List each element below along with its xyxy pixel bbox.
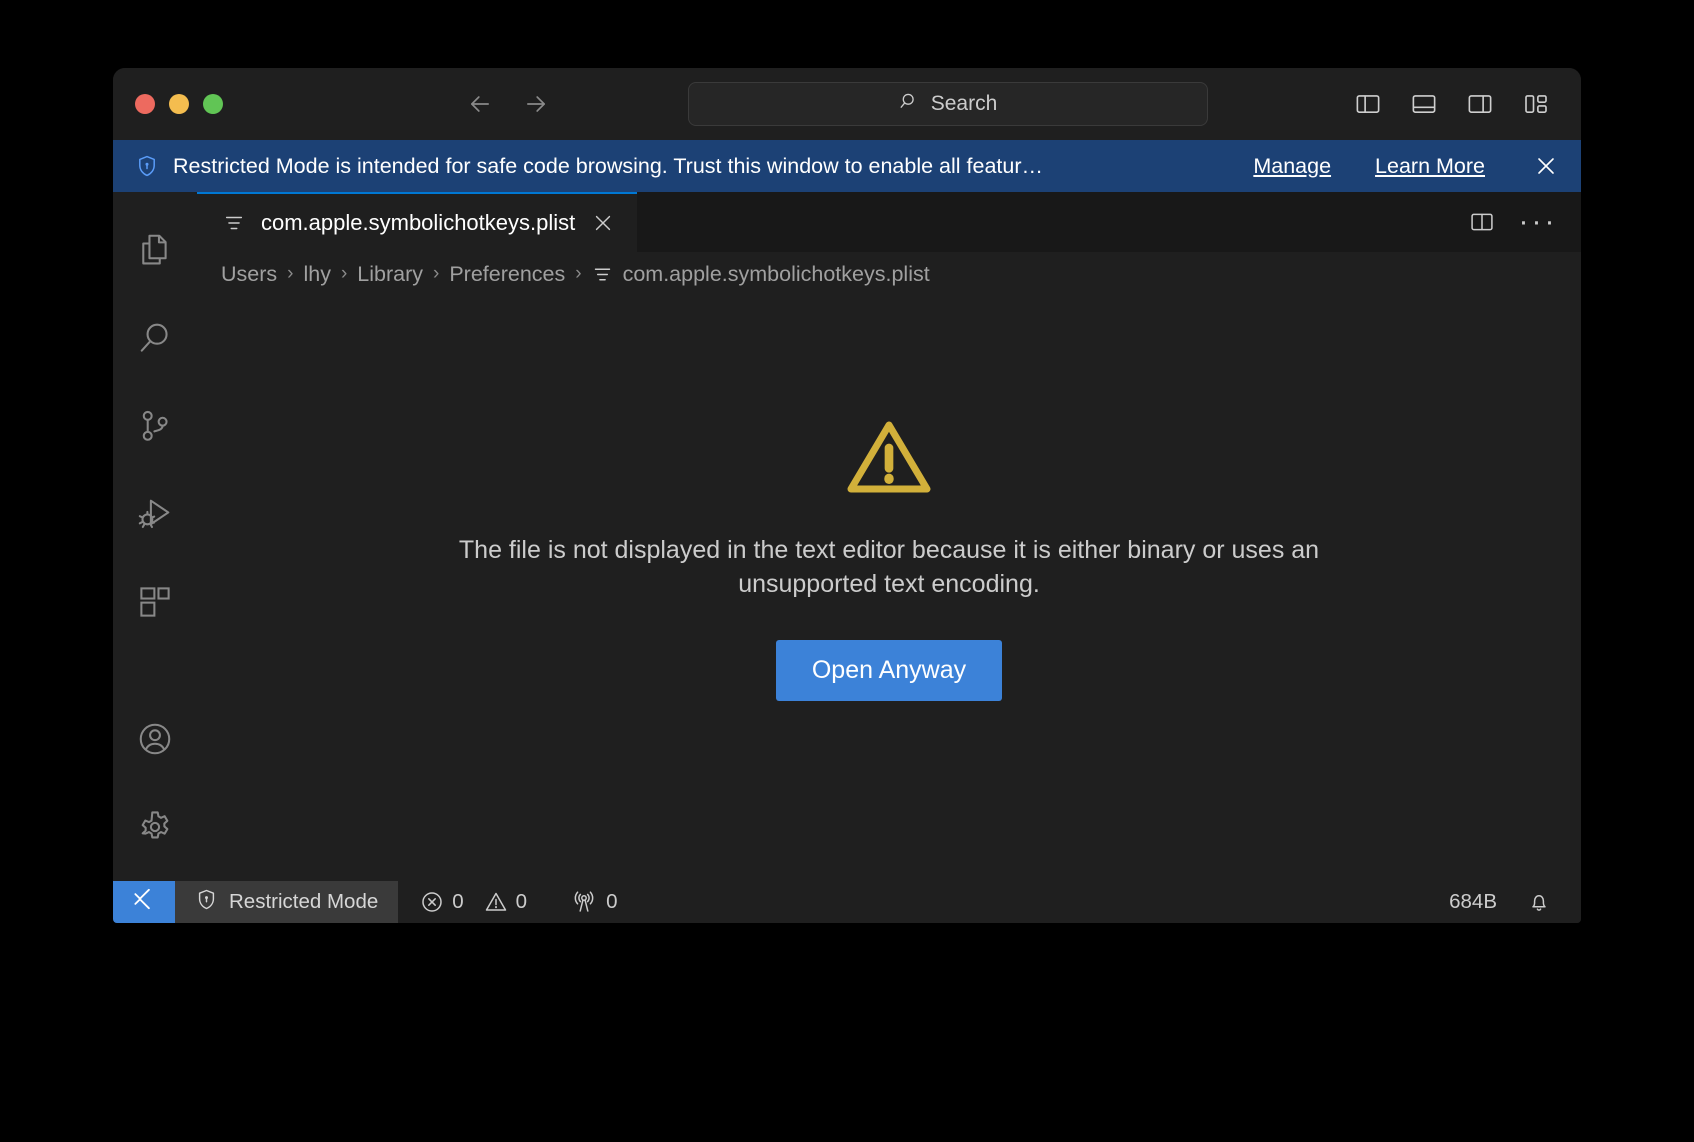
breadcrumb-separator: › bbox=[433, 263, 440, 284]
editor-tab-actions: ··· bbox=[1467, 192, 1581, 252]
sidebar-item-explorer[interactable] bbox=[113, 206, 197, 294]
manage-settings-button[interactable] bbox=[113, 783, 197, 871]
status-restricted-mode[interactable]: Restricted Mode bbox=[175, 881, 399, 923]
debug-icon bbox=[136, 495, 174, 533]
maximize-window-button[interactable] bbox=[203, 94, 223, 114]
extensions-icon bbox=[136, 583, 174, 621]
minimize-window-button[interactable] bbox=[169, 94, 189, 114]
status-bar-spacer bbox=[631, 881, 1429, 923]
navigation-buttons bbox=[465, 89, 551, 119]
shield-icon bbox=[135, 154, 159, 178]
status-errors-count: 0 bbox=[452, 890, 464, 913]
banner-manage-link[interactable]: Manage bbox=[1253, 154, 1331, 179]
breadcrumb-label: lhy bbox=[303, 261, 331, 286]
status-problems[interactable]: 0 0 bbox=[398, 881, 557, 923]
breadcrumb-item[interactable]: lhy bbox=[303, 262, 330, 287]
activity-bar bbox=[113, 192, 197, 881]
breadcrumb: Users › lhy › Library › Preferences › co… bbox=[197, 252, 1581, 296]
workspace-trust-banner: Restricted Mode is intended for safe cod… bbox=[113, 140, 1581, 192]
notifications-bell-button[interactable] bbox=[1517, 890, 1561, 914]
status-ports-count: 0 bbox=[606, 890, 618, 913]
breadcrumb-separator: › bbox=[340, 263, 348, 284]
status-file-size[interactable]: 684B bbox=[1429, 890, 1517, 914]
search-label: Search bbox=[930, 92, 998, 115]
binary-file-placeholder: The file is not displayed in the text ed… bbox=[197, 296, 1581, 881]
breadcrumb-separator: › bbox=[575, 263, 582, 284]
toggle-panel-icon[interactable] bbox=[1409, 89, 1439, 119]
split-editor-icon[interactable] bbox=[1467, 207, 1497, 237]
editor-tab-bar: com.apple.symbolichotkeys.plist ··· bbox=[197, 192, 1581, 252]
banner-close-icon[interactable] bbox=[1533, 153, 1559, 179]
window-controls bbox=[135, 94, 223, 114]
vscode-window: Search Restricted Mode is intended for s… bbox=[113, 68, 1581, 923]
go-forward-icon[interactable] bbox=[521, 89, 551, 119]
warning-triangle-icon bbox=[844, 417, 934, 497]
banner-learn-more-link[interactable]: Learn More bbox=[1375, 154, 1485, 179]
error-icon bbox=[420, 890, 444, 914]
close-window-button[interactable] bbox=[135, 94, 155, 114]
sidebar-item-run-and-debug[interactable] bbox=[113, 470, 197, 558]
warning-icon bbox=[484, 890, 508, 914]
more-actions-icon[interactable]: ··· bbox=[1519, 207, 1555, 237]
breadcrumb-label: Users bbox=[221, 261, 278, 286]
status-restricted-mode-label: Restricted Mode bbox=[229, 890, 379, 913]
editor-tab-label: com.apple.symbolichotkeys.plist bbox=[261, 210, 576, 235]
radio-tower-icon bbox=[571, 890, 597, 914]
breadcrumb-item[interactable]: Library bbox=[357, 262, 423, 287]
breadcrumb-item[interactable]: Users bbox=[221, 262, 277, 287]
breadcrumb-separator: › bbox=[287, 263, 294, 284]
breadcrumb-label: com.apple.symbolichotkeys.plist bbox=[622, 261, 930, 286]
editor-tab[interactable]: com.apple.symbolichotkeys.plist bbox=[197, 192, 638, 252]
quick-open-search-input[interactable]: Search bbox=[688, 82, 1208, 126]
breadcrumb-label: Library bbox=[357, 261, 424, 286]
breadcrumb-label: Preferences bbox=[449, 261, 566, 286]
activity-bar-top bbox=[113, 206, 197, 646]
status-ports[interactable]: 0 bbox=[557, 881, 631, 923]
remote-window-button[interactable] bbox=[113, 881, 175, 923]
source-control-icon bbox=[136, 407, 174, 445]
search-icon bbox=[136, 319, 174, 357]
breadcrumb-item-file[interactable]: com.apple.symbolichotkeys.plist bbox=[592, 262, 930, 287]
status-bar-right: 684B bbox=[1429, 881, 1581, 923]
sidebar-item-search[interactable] bbox=[113, 294, 197, 382]
status-bar: Restricted Mode 0 0 0 684B bbox=[113, 881, 1581, 923]
breadcrumb-item[interactable]: Preferences bbox=[449, 262, 565, 287]
files-icon bbox=[136, 231, 174, 269]
sidebar-item-source-control[interactable] bbox=[113, 382, 197, 470]
close-icon[interactable] bbox=[591, 211, 615, 235]
status-errors: 0 bbox=[420, 890, 464, 914]
placeholder-message: The file is not displayed in the text ed… bbox=[458, 535, 1320, 599]
shield-icon bbox=[195, 888, 218, 917]
bell-icon bbox=[1527, 890, 1551, 914]
file-list-icon bbox=[223, 212, 245, 234]
open-anyway-button[interactable]: Open Anyway bbox=[775, 639, 1003, 701]
toggle-secondary-sidebar-icon[interactable] bbox=[1465, 89, 1495, 119]
gear-icon bbox=[136, 808, 174, 846]
go-back-icon[interactable] bbox=[465, 89, 495, 119]
banner-message: Restricted Mode is intended for safe cod… bbox=[173, 153, 1044, 178]
title-bar: Search bbox=[113, 68, 1581, 140]
customize-layout-icon[interactable] bbox=[1521, 89, 1551, 119]
account-icon bbox=[136, 720, 174, 758]
workbench-body: com.apple.symbolichotkeys.plist ··· User… bbox=[113, 192, 1581, 881]
toggle-primary-sidebar-icon[interactable] bbox=[1353, 89, 1383, 119]
status-warnings-count: 0 bbox=[515, 890, 528, 913]
accounts-button[interactable] bbox=[113, 695, 197, 783]
status-warnings: 0 bbox=[484, 890, 527, 914]
activity-bar-bottom bbox=[113, 695, 197, 881]
remote-window-icon bbox=[131, 886, 157, 918]
more-actions-glyph: ··· bbox=[1518, 205, 1558, 238]
search-icon bbox=[899, 91, 920, 118]
file-list-icon bbox=[592, 264, 613, 285]
sidebar-item-extensions[interactable] bbox=[113, 558, 197, 646]
editor-group: com.apple.symbolichotkeys.plist ··· User… bbox=[197, 192, 1581, 881]
search-container: Search bbox=[688, 82, 1208, 126]
layout-buttons bbox=[1353, 89, 1551, 119]
